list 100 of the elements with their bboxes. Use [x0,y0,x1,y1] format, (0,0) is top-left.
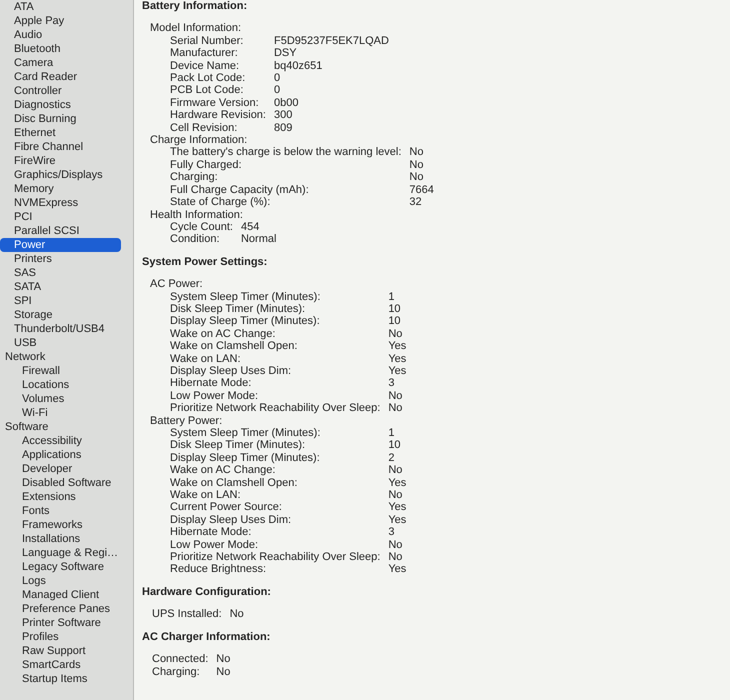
field-value: No [216,666,230,678]
sidebar-item[interactable]: Logs [0,574,121,588]
field-value: 2 [388,452,396,464]
field-label: Prioritize Network Reachability Over Sleep: [170,402,380,415]
sidebar-item[interactable]: SATA [0,280,121,294]
field-label: Display Sleep Timer (Minutes): [170,452,321,464]
field-label: State of Charge (%): [170,196,272,208]
sidebar-item[interactable]: Fibre Channel [0,140,121,154]
sidebar-item[interactable]: Storage [0,308,121,322]
sidebar-item[interactable]: NVMExpress [0,196,121,210]
field-value: 10 [388,439,402,452]
sidebar-item[interactable]: Applications [0,448,121,462]
sidebar-item[interactable]: Controller [0,84,121,98]
sidebar-section[interactable]: Software [0,420,121,434]
sidebar-item[interactable]: Parallel SCSI [0,224,121,238]
sidebar-item[interactable]: Camera [0,56,121,70]
group-heading: Charge Information: [149,134,248,146]
sidebar-item[interactable]: Managed Client [0,588,121,602]
field-value: No [409,158,424,172]
field-label: Low Power Mode: [170,538,260,552]
field-value: bq40z651 [274,60,324,72]
field-label: Display Sleep Uses Dim: [170,364,292,378]
sidebar-item[interactable]: Developer [0,462,121,476]
field-value: No [230,608,244,621]
sidebar-item[interactable]: Graphics/Displays [0,168,121,182]
sidebar-item[interactable]: Thunderbolt/USB4 [0,322,121,336]
sidebar-item[interactable]: Apple Pay [0,14,121,28]
section-heading: Hardware Configuration: [142,586,272,598]
sidebar-item[interactable]: Bluetooth [0,42,121,56]
field-label: The battery's charge is below the warning level: [170,146,402,159]
sidebar-item[interactable]: PCI [0,210,121,224]
sidebar-item[interactable]: Profiles [0,630,121,644]
sidebar-item[interactable]: Locations [0,378,121,392]
sidebar-item[interactable]: Firewall [0,364,121,378]
field-value: 454 [240,220,260,234]
sidebar-item[interactable]: FireWire [0,154,121,168]
field-value: No [388,538,404,552]
field-label: Reduce Brightness: [170,563,267,576]
field-value: 10 [388,315,402,328]
field-label: Device Name: [170,60,240,72]
field-label: Cycle Count: [170,220,233,234]
sidebar-item[interactable]: Fonts [0,504,121,518]
field-label: Wake on Clamshell Open: [170,340,298,353]
field-value: Yes [388,352,406,365]
field-label: Fully Charged: [170,158,243,172]
sidebar-item[interactable]: Installations [0,532,121,546]
sidebar-item[interactable]: Frameworks [0,518,121,532]
field-value: Yes [388,514,406,526]
sidebar-item[interactable]: Audio [0,28,121,42]
sidebar-item[interactable]: Preference Panes [0,602,121,616]
field-label: Firmware Version: [170,96,260,110]
sidebar-item[interactable]: Wi-Fi [0,406,121,420]
field-label: Disk Sleep Timer (Minutes): [170,439,306,452]
field-label: Cell Revision: [170,122,238,134]
sidebar-item[interactable]: Legacy Software [0,560,121,574]
sidebar-item[interactable]: Printers [0,252,121,266]
field-value: 809 [274,122,294,134]
field-value: No [388,390,404,402]
sidebar-item[interactable]: Extensions [0,490,121,504]
sidebar-item[interactable]: Raw Support [0,644,121,658]
field-label: Display Sleep Uses Dim: [170,514,292,526]
sidebar-item[interactable]: Disc Burning [0,112,121,126]
sidebar-item[interactable]: SPI [0,294,121,308]
sidebar-item[interactable]: Language & Regi… [0,546,121,560]
field-value: 3 [388,526,396,539]
field-value: 7664 [409,184,434,196]
field-label: Charging: [152,666,201,678]
field-label: Prioritize Network Reachability Over Sleep: [170,551,380,564]
sidebar-item[interactable]: Disabled Software [0,476,121,490]
field-label: Low Power Mode: [170,390,260,402]
sidebar-item[interactable]: Ethernet [0,126,121,140]
field-label: UPS Installed: [152,608,222,621]
sidebar-item[interactable]: Diagnostics [0,98,121,112]
field-value: Yes [388,501,406,514]
field-label: Display Sleep Timer (Minutes): [170,315,321,328]
group-heading: Battery Power: [149,414,224,427]
field-value: 3 [388,377,396,390]
sidebar-item[interactable]: USB [0,336,121,350]
field-value: 300 [274,109,294,122]
field-value: 1 [388,427,396,440]
sidebar-item[interactable]: Printer Software [0,616,121,630]
sidebar-item[interactable]: Memory [0,182,121,196]
sidebar-item[interactable]: SAS [0,266,121,280]
field-label: System Sleep Timer (Minutes): [170,427,322,440]
sidebar-item[interactable]: Volumes [0,392,121,406]
sidebar-item[interactable]: ATA [0,0,121,14]
sidebar-item[interactable]: Accessibility [0,434,121,448]
field-value: 10 [388,302,402,316]
sidebar-item[interactable]: Startup Items [0,672,121,686]
sidebar-item[interactable]: Power [0,238,121,252]
field-value: No [409,146,424,159]
field-label: Connected: [152,653,208,666]
sidebar-section[interactable]: Network [0,350,121,364]
field-value: No [388,464,404,477]
sidebar-item[interactable]: SmartCards [0,658,121,672]
sidebar-item[interactable]: Card Reader [0,70,121,84]
field-label: Serial Number: [170,34,244,48]
section-heading: Battery Information: [142,0,248,12]
field-value: 0 [274,72,282,84]
field-label: Hibernate Mode: [170,526,252,539]
